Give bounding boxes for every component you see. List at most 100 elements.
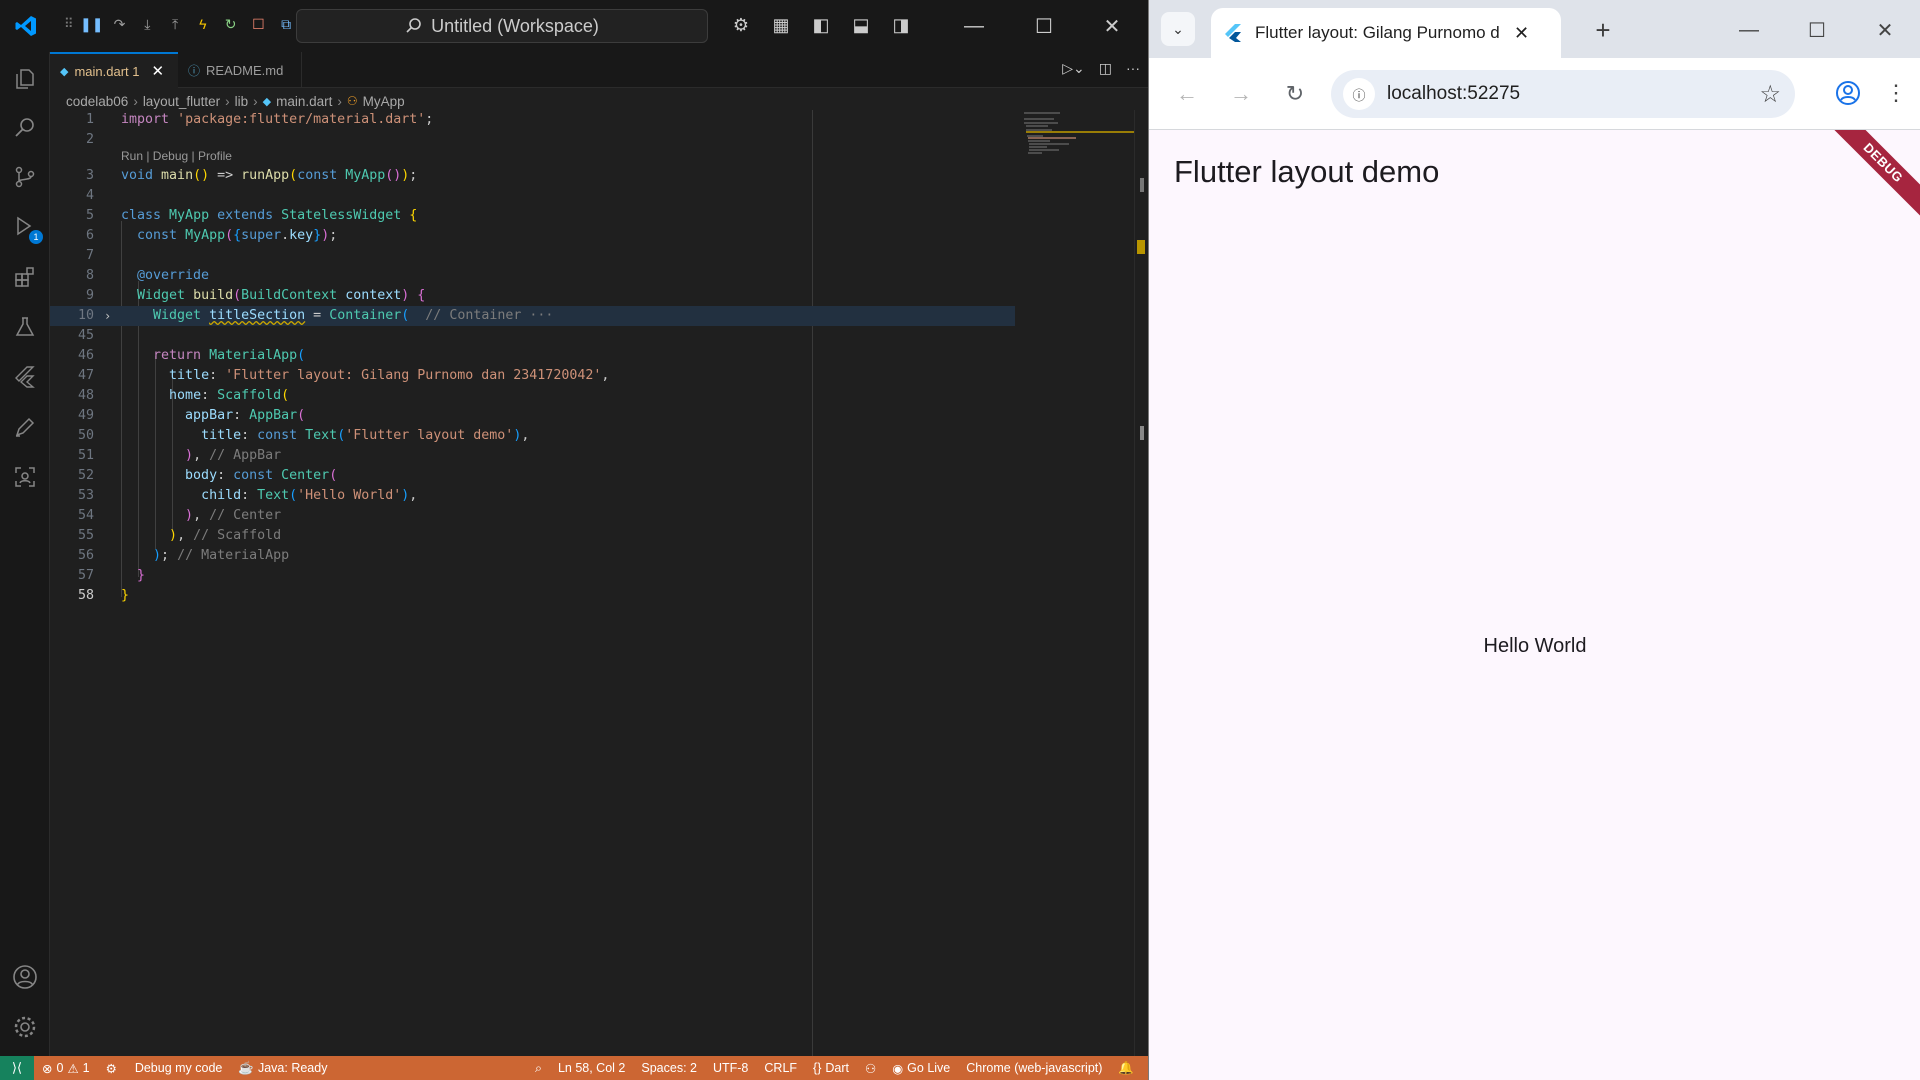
source-control-icon[interactable] [10, 162, 40, 192]
encoding[interactable]: UTF-8 [705, 1061, 756, 1075]
code-lens-text[interactable]: Run | Debug | Profile [121, 146, 232, 166]
minimap[interactable] [1024, 110, 1136, 170]
reload-icon[interactable]: ↻ [1277, 76, 1313, 112]
drag-handle-icon[interactable]: ⠿ [64, 16, 76, 32]
line-number: 1 [85, 112, 94, 127]
code-lens[interactable]: Run | Debug | Profile [50, 146, 1015, 166]
notifications-bell-icon[interactable]: 🔔 [1110, 1061, 1142, 1076]
code-editor[interactable]: 1 import 'package:flutter/material.dart';… [50, 110, 1148, 1056]
address-bar[interactable]: ⓘ localhost:52275 ☆ [1331, 70, 1795, 118]
code-line[interactable]: 52 body: const Center( [50, 466, 1015, 486]
code-line[interactable]: 48 home: Scaffold( [50, 386, 1015, 406]
close-tab-icon[interactable]: ✕ [1514, 23, 1529, 44]
code-line[interactable]: 4 [50, 186, 1015, 206]
close-button[interactable]: ✕ [1078, 0, 1146, 52]
edit-icon[interactable] [10, 412, 40, 442]
command-center[interactable]: Untitled (Workspace) [296, 9, 708, 43]
debug-target[interactable]: Chrome (web-javascript) [958, 1061, 1110, 1075]
code-line[interactable]: 47 title: 'Flutter layout: Gilang Purnom… [50, 366, 1015, 386]
testing-icon[interactable] [10, 312, 40, 342]
settings-gear-icon[interactable] [10, 1012, 40, 1042]
tab-search-chevron-down-icon[interactable]: ⌄ [1161, 12, 1195, 46]
tab-main-dart[interactable]: ◆ main.dart 1 ✕ [50, 52, 178, 88]
minimize-button[interactable]: — [1715, 8, 1783, 52]
java-status[interactable]: ☕ Java: Ready [230, 1061, 335, 1076]
code-line[interactable]: 5 class MyApp extends StatelessWidget { [50, 206, 1015, 226]
fold-chevron-icon[interactable]: › [104, 306, 111, 326]
restart-icon[interactable]: ↻ [219, 12, 243, 36]
go-live-button[interactable]: ◉ Go Live [884, 1061, 958, 1076]
problems-indicator[interactable]: ⊗ 0 ⚠ 1 [34, 1061, 98, 1076]
code-line[interactable]: 8 @override [50, 266, 1015, 286]
code-line[interactable]: 56 ); // MaterialApp [50, 546, 1015, 566]
code-line[interactable]: 1 import 'package:flutter/material.dart'; [50, 110, 1015, 130]
breadcrumb-item[interactable]: codelab06 [66, 94, 128, 109]
code-line[interactable]: 57 } [50, 566, 1015, 586]
code-line[interactable]: 55 ), // Scaffold [50, 526, 1015, 546]
code-text: const MyApp({super.key}); [137, 228, 338, 243]
code-line[interactable]: 9 Widget build(BuildContext context) { [50, 286, 1015, 306]
inspect-widget-icon[interactable]: ⧉ [274, 12, 298, 36]
chrome-menu-icon[interactable]: ⋮ [1879, 76, 1913, 110]
code-line[interactable]: 3 void main() => runApp(const MyApp()); [50, 166, 1015, 186]
language-mode[interactable]: {} Dart [805, 1061, 857, 1075]
code-line[interactable]: 10 › Widget titleSection = Container( // … [50, 306, 1015, 326]
pause-icon[interactable]: ❚❚ [80, 12, 104, 36]
account-icon[interactable] [10, 962, 40, 992]
stop-icon[interactable]: ☐ [246, 12, 270, 36]
flutter-icon[interactable] [10, 362, 40, 392]
forward-arrow-icon[interactable]: → [1223, 76, 1259, 112]
code-line[interactable]: 51 ), // AppBar [50, 446, 1015, 466]
breadcrumb-item[interactable]: main.dart [276, 94, 332, 109]
code-line[interactable]: 53 child: Text('Hello World'), [50, 486, 1015, 506]
code-line[interactable]: 54 ), // Center [50, 506, 1015, 526]
run-debug-dropdown-icon[interactable]: ▷⌄ [1062, 60, 1085, 77]
new-tab-plus-icon[interactable]: + [1587, 14, 1619, 46]
remote-indicator-icon[interactable]: ⟩⟨ [0, 1056, 34, 1080]
step-out-icon[interactable]: ⤒ [163, 12, 187, 36]
browser-tab[interactable]: Flutter layout: Gilang Purnomo dan 23417… [1211, 8, 1561, 58]
line-ending[interactable]: CRLF [756, 1061, 805, 1075]
site-info-icon[interactable]: ⓘ [1343, 78, 1375, 110]
code-line[interactable]: 6 const MyApp({super.key}); [50, 226, 1015, 246]
indentation[interactable]: Spaces: 2 [633, 1061, 705, 1075]
more-actions-icon[interactable]: ··· [1126, 60, 1140, 77]
extensions-icon[interactable] [10, 262, 40, 292]
run-debug-icon[interactable]: 1 [10, 212, 43, 244]
code-line[interactable]: 46 return MaterialApp( [50, 346, 1015, 366]
remote-explorer-icon[interactable] [10, 462, 40, 492]
copilot-status-icon[interactable]: ⚇ [857, 1061, 884, 1076]
code-line[interactable]: 7 [50, 246, 1015, 266]
close-tab-icon[interactable]: ✕ [152, 62, 165, 80]
copilot-icon[interactable]: ⚙ [728, 12, 754, 38]
close-button[interactable]: ✕ [1851, 8, 1919, 52]
toggle-sidebar-icon[interactable]: ◧ [808, 12, 834, 38]
step-into-icon[interactable]: ⤓ [135, 12, 159, 36]
customize-layout-icon[interactable]: ▦ [768, 12, 794, 38]
cursor-position[interactable]: Ln 58, Col 2 [550, 1061, 633, 1075]
code-line[interactable]: 58} [50, 586, 1015, 606]
code-line[interactable]: 50 title: const Text('Flutter layout dem… [50, 426, 1015, 446]
explorer-icon[interactable] [10, 64, 40, 94]
breadcrumb-item[interactable]: layout_flutter [143, 94, 220, 109]
debug-status[interactable]: ⚙ Debug my code [98, 1061, 231, 1076]
code-line[interactable]: 49 appBar: AppBar( [50, 406, 1015, 426]
zoom-icon[interactable]: ⌕ [527, 1061, 550, 1076]
maximize-button[interactable]: ☐ [1010, 0, 1078, 52]
toggle-secondary-sidebar-icon[interactable]: ◨ [888, 12, 914, 38]
profile-avatar-icon[interactable] [1831, 76, 1865, 110]
code-line[interactable]: 45 [50, 326, 1015, 346]
breadcrumb-item[interactable]: MyApp [363, 94, 405, 109]
maximize-button[interactable]: ☐ [1783, 8, 1851, 52]
split-editor-icon[interactable]: ◫ [1099, 60, 1112, 77]
breadcrumb-item[interactable]: lib [235, 94, 249, 109]
tab-readme[interactable]: ⓘ README.md [178, 52, 302, 88]
editor-scrollbar[interactable] [1134, 110, 1148, 1056]
search-icon[interactable] [10, 112, 40, 142]
hot-reload-icon[interactable]: ϟ [191, 12, 215, 36]
toggle-panel-icon[interactable]: ⬓ [848, 12, 874, 38]
minimize-button[interactable]: — [940, 0, 1008, 52]
step-over-icon[interactable]: ↷ [108, 12, 132, 36]
back-arrow-icon[interactable]: ← [1169, 76, 1205, 112]
bookmark-star-icon[interactable]: ☆ [1759, 80, 1781, 109]
